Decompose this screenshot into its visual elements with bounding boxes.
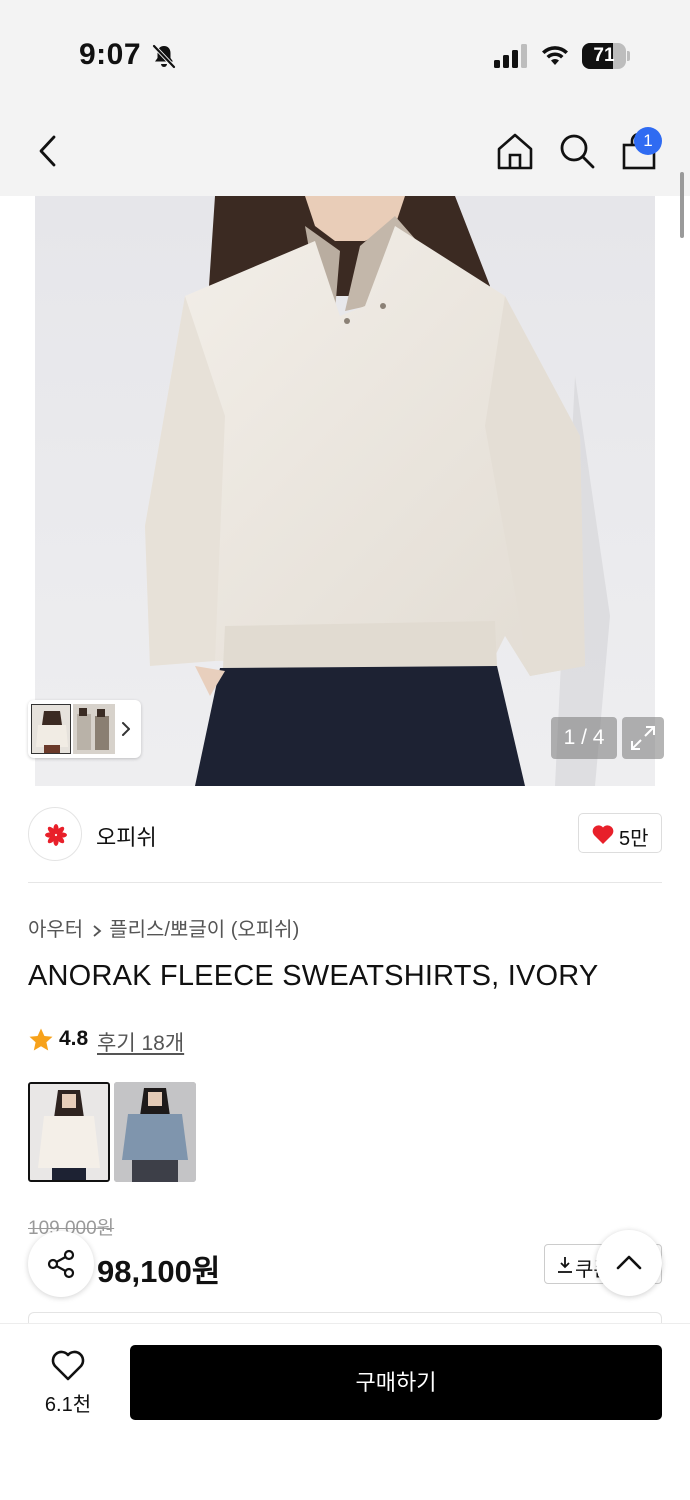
cart-count-badge: 1 — [634, 127, 662, 155]
brand-logo[interactable] — [28, 807, 82, 861]
chevron-right-icon[interactable] — [119, 720, 133, 738]
breadcrumb-category[interactable]: 아우터 — [28, 919, 83, 941]
brand-like-button[interactable]: 5만 — [578, 813, 662, 853]
breadcrumb-subcategory[interactable]: 플리스/뽀글이 (오피쉬) — [109, 919, 299, 941]
color-option-ivory[interactable] — [28, 1082, 110, 1182]
buy-button[interactable]: 구매하기 — [130, 1345, 662, 1420]
cellular-signal-icon — [494, 44, 527, 68]
chevron-up-icon — [616, 1255, 642, 1270]
color-option-blue[interactable] — [114, 1082, 196, 1182]
share-icon — [47, 1249, 75, 1279]
gallery-thumbnail[interactable] — [73, 704, 115, 754]
bell-muted-icon — [152, 44, 176, 69]
battery-icon: 71 — [582, 43, 630, 69]
gallery-thumbnail-strip[interactable] — [28, 700, 141, 758]
gallery-thumbnail[interactable] — [31, 704, 71, 754]
share-button[interactable] — [28, 1231, 94, 1297]
product-image[interactable] — [35, 196, 655, 786]
product-photo — [35, 196, 655, 786]
image-counter: 1 / 4 — [551, 717, 617, 759]
brand-like-count: 5만 — [619, 828, 649, 850]
wifi-icon — [542, 46, 568, 65]
breadcrumb: 아우터 플리스/뽀글이 (오피쉬) — [28, 913, 299, 942]
search-icon[interactable] — [556, 130, 598, 172]
reviews-link[interactable]: 후기 18개 — [97, 1027, 184, 1057]
home-icon[interactable] — [494, 130, 536, 172]
divider — [28, 882, 662, 883]
heart-filled-icon — [592, 825, 614, 844]
download-icon — [558, 1257, 572, 1273]
heart-outline-icon[interactable] — [50, 1348, 86, 1382]
product-title: ANORAK FLEECE SWEATSHIRTS, IVORY — [28, 960, 599, 992]
back-arrow-icon[interactable] — [30, 130, 66, 172]
chevron-right-icon — [93, 925, 102, 937]
expand-button[interactable] — [622, 717, 664, 759]
status-time: 9:07 — [79, 38, 142, 71]
expand-icon — [631, 726, 655, 750]
scroll-to-top-button[interactable] — [596, 1230, 662, 1296]
sale-price: 98,100원 — [97, 1254, 221, 1289]
battery-level: 71 — [593, 45, 615, 66]
brand-name[interactable]: 오피쉬 — [96, 820, 157, 852]
favorite-count: 6.1천 — [44, 1394, 92, 1416]
scrollbar[interactable] — [680, 172, 684, 238]
star-icon — [29, 1028, 53, 1051]
rating-value: 4.8 — [59, 1027, 89, 1050]
